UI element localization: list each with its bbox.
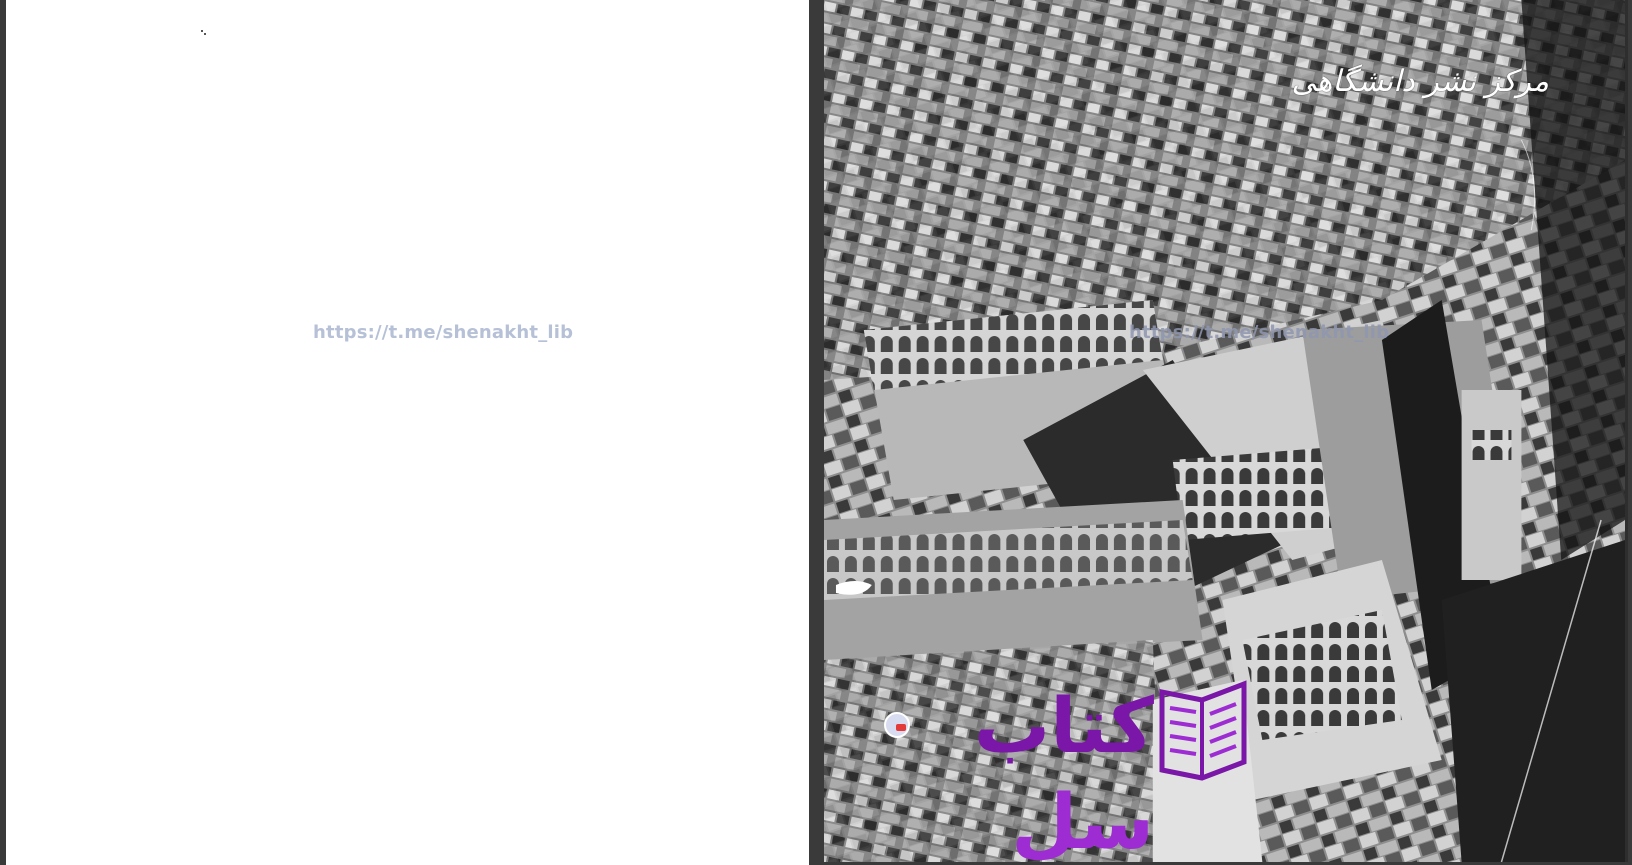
left-page: https://t.me/shenakht_lib — [6, 0, 809, 865]
ink-speck — [204, 33, 206, 35]
document-viewer: https://t.me/shenakht_lib مرکز نشر دانشگ… — [0, 0, 1632, 865]
logo-word-1: کتاب — [973, 681, 1155, 770]
watermark-link[interactable]: https://t.me/shenakht_lib — [1129, 322, 1389, 343]
watermark-link[interactable]: https://t.me/shenakht_lib — [313, 322, 573, 343]
logo-text: کتاب سل — [850, 678, 1155, 862]
flag-badge-icon — [884, 712, 910, 738]
logo-word-2: سل — [1011, 777, 1155, 862]
publisher-mark: مرکز نشر دانشگاهی — [1291, 64, 1551, 99]
cover-page: مرکز نشر دانشگاهی https://t.me/shenakht_… — [824, 0, 1628, 862]
site-logo: کتاب سل — [850, 678, 1250, 862]
book-icon — [1159, 680, 1247, 781]
ink-speck — [201, 30, 203, 32]
